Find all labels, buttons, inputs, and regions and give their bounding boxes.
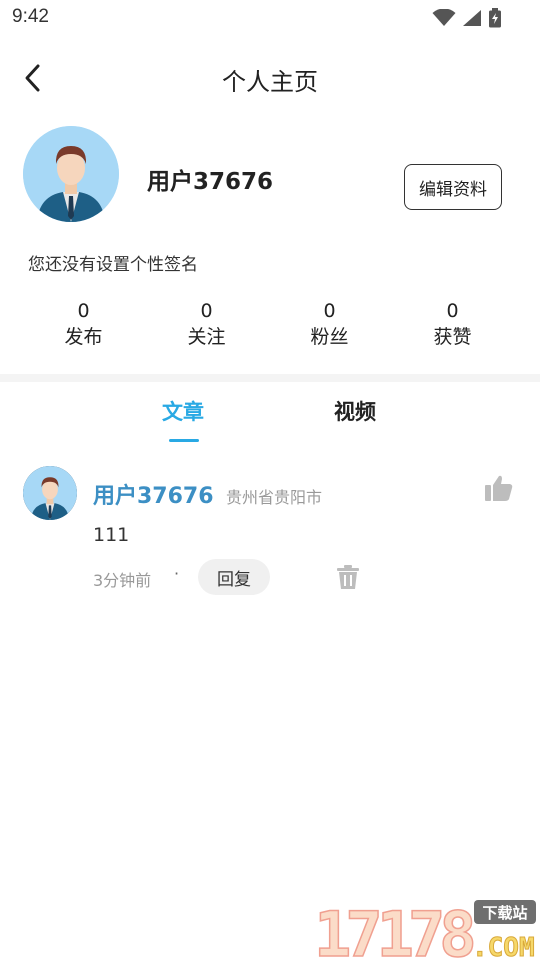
stat-value: 0 bbox=[323, 300, 336, 322]
post-content: 111 bbox=[93, 524, 130, 546]
page-title: 个人主页 bbox=[222, 68, 318, 96]
stat-posts[interactable]: 0 发布 bbox=[22, 300, 145, 352]
list-item: 用户37676 贵州省贵阳市 111 3分钟前 · 回复 bbox=[0, 466, 540, 606]
post-location: 贵州省贵阳市 bbox=[226, 488, 323, 507]
stat-value: 0 bbox=[200, 300, 213, 322]
tab-active-indicator bbox=[169, 439, 199, 442]
stat-value: 0 bbox=[77, 300, 90, 322]
status-time: 9:42 bbox=[12, 6, 49, 27]
post-separator: · bbox=[174, 564, 180, 583]
profile-username: 用户37676 bbox=[147, 169, 274, 195]
avatar-person-icon bbox=[23, 126, 119, 222]
stat-label: 发布 bbox=[64, 326, 103, 348]
svg-text:.COM: .COM bbox=[472, 933, 535, 960]
content-tabs: 文章 视频 bbox=[0, 396, 540, 446]
avatar-person-icon bbox=[23, 466, 77, 520]
battery-icon bbox=[489, 8, 501, 28]
status-bar: 9:42 bbox=[0, 0, 540, 36]
profile-signature: 您还没有设置个性签名 bbox=[28, 255, 198, 275]
app-bar: 个人主页 bbox=[0, 48, 540, 108]
stat-label: 粉丝 bbox=[310, 326, 349, 348]
wifi-icon bbox=[432, 9, 456, 26]
tab-articles[interactable]: 文章 bbox=[162, 396, 204, 426]
avatar[interactable] bbox=[23, 126, 119, 222]
reply-button[interactable]: 回复 bbox=[198, 559, 270, 595]
section-divider bbox=[0, 374, 540, 382]
post-time: 3分钟前 bbox=[93, 571, 152, 590]
thumbs-up-icon[interactable] bbox=[483, 472, 515, 504]
stat-likes[interactable]: 0 获赞 bbox=[391, 300, 514, 352]
stat-followers[interactable]: 0 粉丝 bbox=[268, 300, 391, 352]
watermark-logo: 17178 下载站 .COM bbox=[314, 898, 536, 960]
edit-profile-button[interactable]: 编辑资料 bbox=[404, 164, 502, 210]
profile-stats: 0 发布 0 关注 0 粉丝 0 获赞 bbox=[0, 300, 540, 352]
status-icons bbox=[432, 8, 502, 28]
trash-icon[interactable] bbox=[335, 564, 361, 590]
post-avatar[interactable] bbox=[23, 466, 77, 520]
tab-videos[interactable]: 视频 bbox=[334, 396, 376, 426]
svg-text:下载站: 下载站 bbox=[482, 904, 527, 922]
stat-value: 0 bbox=[446, 300, 459, 322]
stat-label: 关注 bbox=[187, 326, 226, 348]
stat-following[interactable]: 0 关注 bbox=[145, 300, 268, 352]
stat-label: 获赞 bbox=[433, 326, 472, 348]
svg-text:17178: 17178 bbox=[314, 898, 473, 960]
signal-icon bbox=[463, 10, 481, 26]
profile-header: 用户37676 编辑资料 bbox=[0, 126, 540, 226]
post-username[interactable]: 用户37676 bbox=[93, 478, 214, 510]
